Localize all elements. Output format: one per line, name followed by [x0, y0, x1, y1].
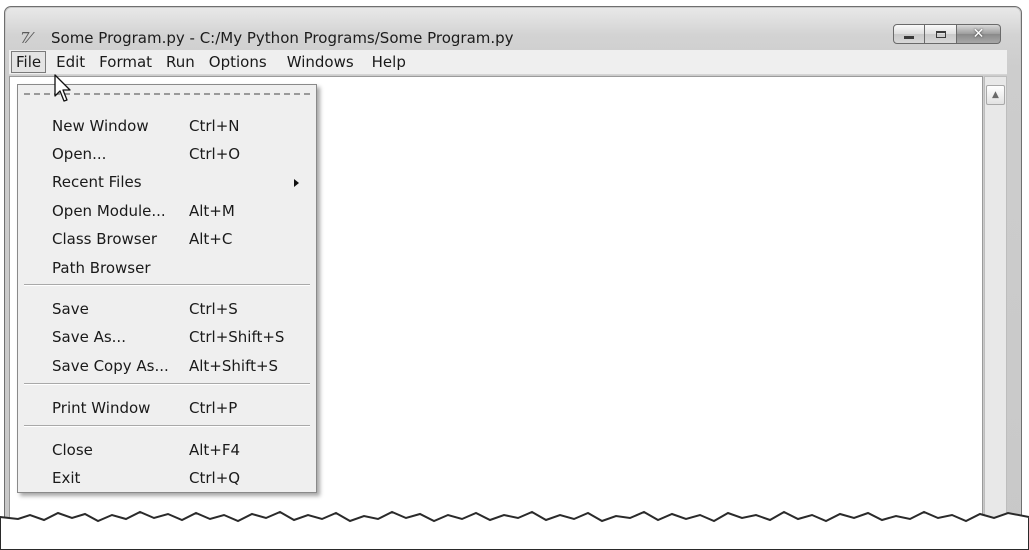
menu-help[interactable]: Help	[365, 51, 413, 73]
window-title: Some Program.py - C:/My Python Programs/…	[51, 29, 514, 47]
menu-item-shortcut: Ctrl+O	[189, 145, 241, 163]
menu-item-class-browser[interactable]: Class Browser Alt+C	[18, 226, 316, 252]
menu-edit[interactable]: Edit	[49, 51, 92, 73]
menu-item-label: Print Window	[52, 399, 151, 417]
menu-item-shortcut: Alt+C	[189, 230, 233, 248]
minimize-icon	[904, 35, 914, 39]
scroll-up-button[interactable]: ▲	[986, 85, 1005, 105]
vertical-scrollbar[interactable]: ▲	[984, 76, 1007, 550]
menu-item-close[interactable]: Close Alt+F4	[18, 437, 316, 463]
maximize-icon	[935, 30, 946, 38]
menu-item-save-as[interactable]: Save As... Ctrl+Shift+S	[18, 324, 316, 350]
scroll-up-arrow-icon: ▲	[992, 90, 999, 100]
menu-item-print-window[interactable]: Print Window Ctrl+P	[18, 395, 316, 421]
menu-item-shortcut: Ctrl+Shift+S	[189, 328, 285, 346]
screenshot-stage: 7⁄ Some Program.py - C:/My Python Progra…	[0, 0, 1029, 550]
menu-item-shortcut: Alt+Shift+S	[189, 357, 279, 375]
minimize-button[interactable]	[893, 24, 925, 44]
menu-item-label: Close	[52, 441, 93, 459]
menu-format[interactable]: Format	[92, 51, 159, 73]
tk-app-icon: 7⁄	[20, 29, 31, 47]
menu-separator	[24, 425, 310, 427]
submenu-arrow-icon	[294, 179, 299, 187]
menu-item-open[interactable]: Open... Ctrl+O	[18, 141, 316, 167]
menu-item-path-browser[interactable]: Path Browser	[18, 255, 316, 281]
close-button[interactable]: ✕	[957, 24, 1001, 44]
menu-options[interactable]: Options	[202, 51, 274, 73]
menu-item-label: Exit	[52, 469, 81, 487]
menu-item-label: Save	[52, 300, 89, 318]
mouse-pointer-icon	[54, 74, 71, 102]
menu-separator	[24, 284, 310, 286]
menu-windows[interactable]: Windows	[280, 51, 361, 73]
menu-item-save[interactable]: Save Ctrl+S	[18, 296, 316, 322]
menu-item-shortcut: Ctrl+N	[189, 117, 240, 135]
menu-item-label: New Window	[52, 117, 149, 135]
menu-item-shortcut: Alt+F4	[189, 441, 241, 459]
maximize-button[interactable]	[925, 24, 957, 44]
menu-item-save-copy-as[interactable]: Save Copy As... Alt+Shift+S	[18, 353, 316, 379]
menu-item-label: Save Copy As...	[52, 357, 169, 375]
torn-paper-edge	[0, 510, 1029, 550]
menu-item-recent-files[interactable]: Recent Files	[18, 169, 316, 195]
menu-item-shortcut: Ctrl+Q	[189, 469, 241, 487]
menu-item-label: Class Browser	[52, 230, 158, 248]
caption-buttons: ✕	[893, 24, 1001, 46]
menu-item-label: Recent Files	[52, 173, 142, 191]
close-icon: ✕	[972, 26, 985, 42]
menu-bar: File Edit Format Run Options Windows Hel…	[9, 50, 1007, 75]
menu-item-label: Path Browser	[52, 259, 151, 277]
menu-run[interactable]: Run	[159, 51, 202, 73]
menu-file[interactable]: File	[11, 51, 47, 73]
menu-item-label: Open...	[52, 145, 107, 163]
menu-separator	[24, 383, 310, 385]
menu-item-shortcut: Ctrl+P	[189, 399, 238, 417]
menu-item-open-module[interactable]: Open Module... Alt+M	[18, 198, 316, 224]
menu-item-label: Save As...	[52, 328, 126, 346]
file-menu-dropdown: New Window Ctrl+N Open... Ctrl+O Recent …	[17, 84, 317, 493]
menu-item-label: Open Module...	[52, 202, 166, 220]
menu-item-exit[interactable]: Exit Ctrl+Q	[18, 465, 316, 491]
menu-item-shortcut: Alt+M	[189, 202, 235, 220]
menu-item-new-window[interactable]: New Window Ctrl+N	[18, 113, 316, 139]
menu-item-shortcut: Ctrl+S	[189, 300, 238, 318]
